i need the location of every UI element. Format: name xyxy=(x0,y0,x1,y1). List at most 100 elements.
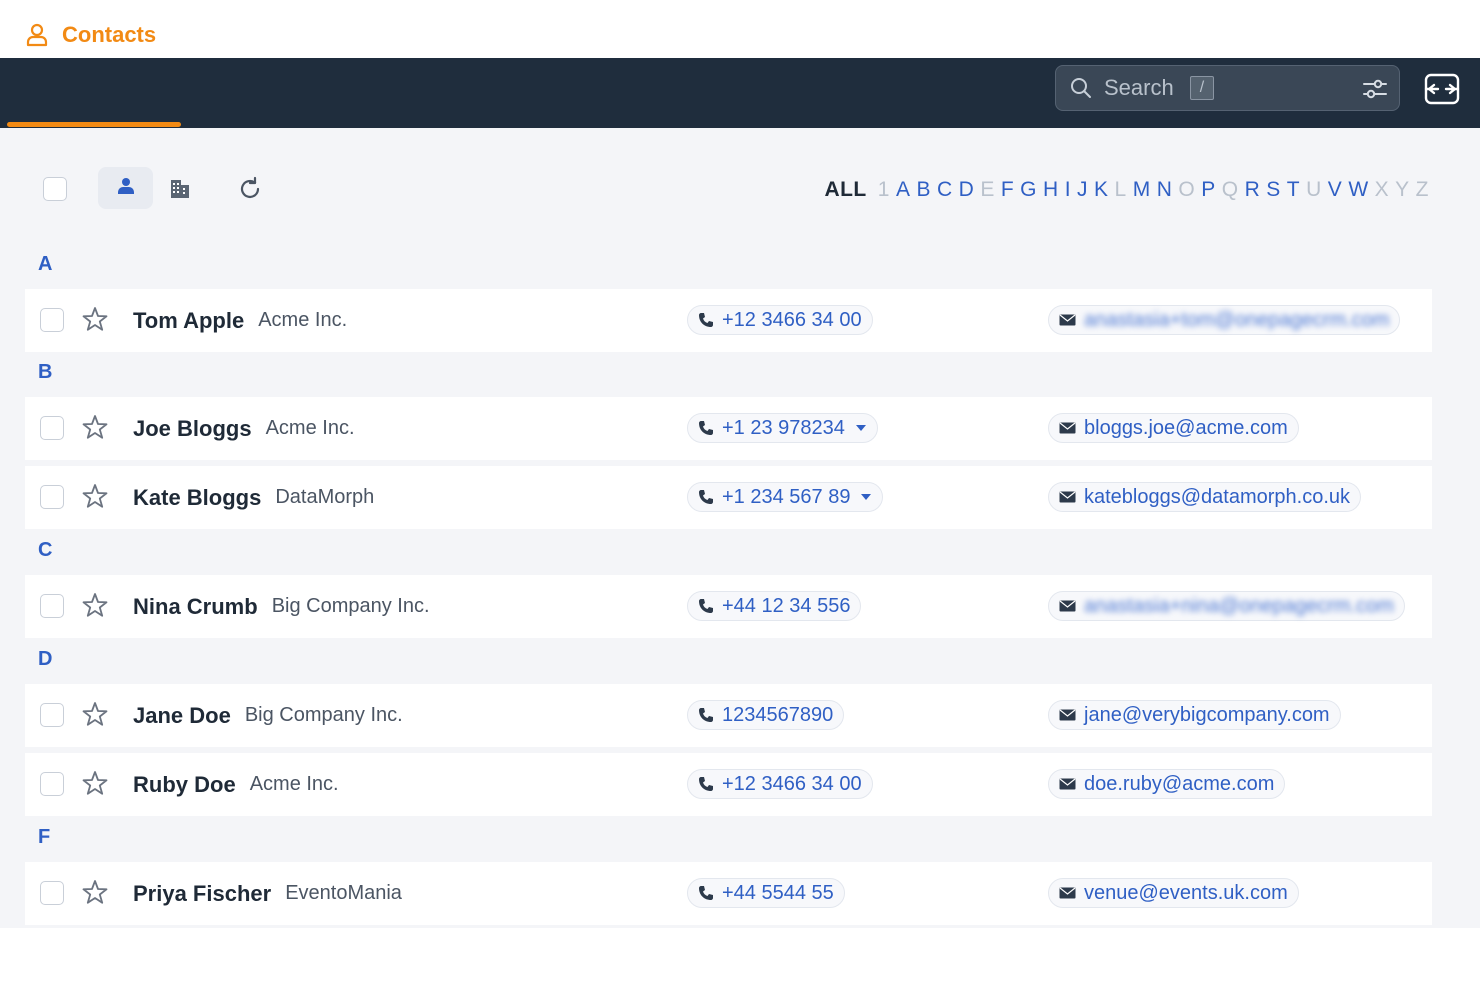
star-icon[interactable] xyxy=(82,483,108,509)
contact-row[interactable]: Kate Bloggs DataMorph +1 234 567 89 kateb… xyxy=(25,466,1432,529)
expand-panel-icon[interactable] xyxy=(1424,72,1460,106)
row-checkbox[interactable] xyxy=(40,881,64,905)
phone-pill[interactable]: 1234567890 xyxy=(687,700,845,730)
alphabet-letter-s[interactable]: S xyxy=(1266,178,1281,202)
alphabet-letter-r[interactable]: R xyxy=(1245,178,1261,202)
contact-name[interactable]: Joe Bloggs Acme Inc. xyxy=(133,397,355,460)
select-all-checkbox[interactable] xyxy=(43,177,67,201)
phone-pill[interactable]: +44 12 34 556 xyxy=(687,591,862,621)
phone-pill[interactable]: +12 3466 34 00 xyxy=(687,305,873,335)
phone-pill[interactable]: +1 234 567 89 xyxy=(687,482,884,512)
alphabet-all-link[interactable]: ALL xyxy=(824,178,866,202)
nav-contacts[interactable]: Contacts xyxy=(26,0,156,70)
nav-more-label: More xyxy=(538,22,591,47)
caret-down-icon[interactable] xyxy=(860,493,872,501)
nav-email[interactable]: Email xyxy=(363,0,464,70)
filter-settings-icon[interactable] xyxy=(1361,75,1389,103)
contact-company: EventoMania xyxy=(285,882,402,904)
phone-number: 1234567890 xyxy=(722,703,834,726)
building-icon xyxy=(168,180,192,204)
person-filled-icon xyxy=(117,177,135,200)
alphabet-letter-g[interactable]: G xyxy=(1020,178,1037,202)
contact-company: Acme Inc. xyxy=(258,309,348,331)
alphabet-letter-v[interactable]: V xyxy=(1328,178,1343,202)
alphabet-letter-e: E xyxy=(980,178,995,201)
contact-name[interactable]: Jane Doe Big Company Inc. xyxy=(133,684,403,747)
contact-row[interactable]: Nina Crumb Big Company Inc. +44 12 34 556… xyxy=(25,575,1432,638)
group-header-d: D xyxy=(38,648,53,670)
nav-pipeline[interactable]: Pipeline xyxy=(198,0,320,70)
alphabet-letter-h[interactable]: H xyxy=(1043,178,1059,202)
alphabet-letter-a[interactable]: A xyxy=(896,178,911,202)
contact-row[interactable]: Tom Apple Acme Inc. +12 3466 34 00 anasta… xyxy=(25,289,1432,352)
star-icon[interactable] xyxy=(82,306,108,332)
envelope-icon xyxy=(1059,491,1076,503)
contact-name[interactable]: Tom Apple Acme Inc. xyxy=(133,289,347,352)
alphabet-letter-b[interactable]: B xyxy=(916,178,931,202)
search-box[interactable]: / xyxy=(1055,65,1400,111)
row-checkbox[interactable] xyxy=(40,772,64,796)
email-pill[interactable]: jane@verybigcompany.com xyxy=(1048,700,1341,730)
funnel-icon xyxy=(198,23,222,47)
contact-row[interactable]: Priya Fischer EventoMania +44 5544 55 ven… xyxy=(25,862,1432,925)
row-checkbox[interactable] xyxy=(40,703,64,727)
contact-name[interactable]: Priya Fischer EventoMania xyxy=(133,862,402,925)
email-pill[interactable]: anastasia+tom@onepagecrm.com xyxy=(1048,305,1401,335)
alphabet-letter-k[interactable]: K xyxy=(1094,178,1109,202)
row-checkbox[interactable] xyxy=(40,485,64,509)
star-icon[interactable] xyxy=(82,770,108,796)
alphabet-letter-c[interactable]: C xyxy=(937,178,953,202)
search-icon xyxy=(1070,77,1092,99)
alphabet-letter-f[interactable]: F xyxy=(1001,178,1014,202)
contact-row[interactable]: Jane Doe Big Company Inc. 1234567890 jane… xyxy=(25,684,1432,747)
phone-number: +12 3466 34 00 xyxy=(722,772,862,795)
alphabet-letter-w[interactable]: W xyxy=(1348,178,1368,202)
search-input[interactable] xyxy=(1104,75,1182,101)
email-pill[interactable]: anastasia+nina@onepagecrm.com xyxy=(1048,591,1405,621)
star-icon[interactable] xyxy=(82,592,108,618)
alphabet-letter-j[interactable]: J xyxy=(1077,178,1088,202)
row-checkbox[interactable] xyxy=(40,416,64,440)
phone-icon xyxy=(698,489,714,505)
contact-company: Acme Inc. xyxy=(249,773,339,795)
company-view-toggle[interactable] xyxy=(168,176,192,200)
contact-name-text: Joe Bloggs xyxy=(133,415,252,441)
phone-number: +44 12 34 556 xyxy=(722,594,851,617)
search-shortcut-key: / xyxy=(1190,76,1214,100)
contact-name-text: Kate Bloggs xyxy=(133,484,262,510)
phone-icon xyxy=(698,776,714,792)
email-pill[interactable]: katebloggs@datamorph.co.uk xyxy=(1048,482,1362,512)
envelope-icon xyxy=(1059,887,1076,899)
caret-down-icon[interactable] xyxy=(855,424,867,432)
email-pill[interactable]: venue@events.uk.com xyxy=(1048,878,1299,908)
alphabet-letter-d[interactable]: D xyxy=(959,178,975,202)
email-pill[interactable]: doe.ruby@acme.com xyxy=(1048,769,1286,799)
alphabet-letter-i[interactable]: I xyxy=(1065,178,1071,202)
group-header-c: C xyxy=(38,539,53,561)
star-icon[interactable] xyxy=(82,414,108,440)
nav-more[interactable]: More xyxy=(508,0,591,70)
alphabet-letter-p[interactable]: P xyxy=(1201,178,1216,202)
phone-pill[interactable]: +1 23 978234 xyxy=(687,413,878,443)
contact-row[interactable]: Joe Bloggs Acme Inc. +1 23 978234 bloggs.… xyxy=(25,397,1432,460)
contact-row[interactable]: Ruby Doe Acme Inc. +12 3466 34 00 doe.rub… xyxy=(25,753,1432,816)
row-checkbox[interactable] xyxy=(40,594,64,618)
contact-name[interactable]: Ruby Doe Acme Inc. xyxy=(133,753,339,816)
phone-pill[interactable]: +12 3466 34 00 xyxy=(687,769,873,799)
alphabet-letter-m[interactable]: M xyxy=(1133,178,1151,202)
star-icon[interactable] xyxy=(82,879,108,905)
alphabet-letter-n[interactable]: N xyxy=(1157,178,1173,202)
email-pill[interactable]: bloggs.joe@acme.com xyxy=(1048,413,1299,443)
star-icon[interactable] xyxy=(82,701,108,727)
contact-name[interactable]: Kate Bloggs DataMorph xyxy=(133,466,374,529)
phone-number: +1 234 567 89 xyxy=(722,485,851,508)
refresh-icon[interactable] xyxy=(236,175,264,203)
alphabet-letter-t[interactable]: T xyxy=(1287,178,1300,202)
nav-pipeline-label: Pipeline xyxy=(236,22,321,47)
person-view-toggle[interactable] xyxy=(98,167,153,209)
row-checkbox[interactable] xyxy=(40,308,64,332)
contact-name[interactable]: Nina Crumb Big Company Inc. xyxy=(133,575,430,638)
phone-pill[interactable]: +44 5544 55 xyxy=(687,878,845,908)
phone-icon xyxy=(698,598,714,614)
alphabet-filter: ALL 1ABCDEFGHIJKLMNOPQRSTUVWXYZ xyxy=(824,176,1432,204)
